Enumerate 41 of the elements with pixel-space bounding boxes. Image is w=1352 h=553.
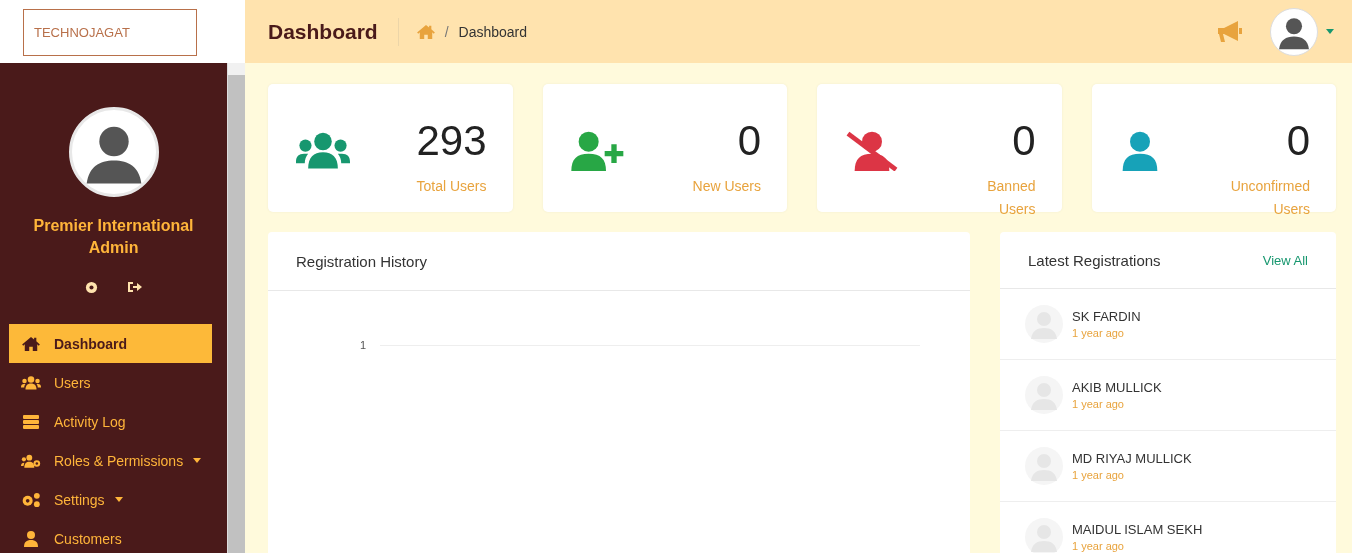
megaphone-icon[interactable]	[1218, 20, 1244, 43]
stat-label: Unconfirmed Users	[1229, 177, 1310, 219]
view-all-link[interactable]: View All	[1262, 252, 1308, 268]
menu-item[interactable]: Users	[9, 363, 212, 402]
home-icon[interactable]	[416, 23, 435, 40]
stat-label: Total Users	[416, 177, 487, 196]
registration-time: 1 year ago	[1072, 398, 1125, 410]
registration-time: 1 year ago	[1072, 327, 1125, 339]
menu-item[interactable]: Customers	[9, 519, 212, 553]
stat-value: 0	[737, 116, 761, 166]
menu-item[interactable]: Activity Log	[9, 402, 212, 441]
menu-item[interactable]: Dashboard	[9, 324, 212, 363]
breadcrumb-item: Dashboard	[458, 23, 528, 40]
user-name[interactable]: MAIDUL ISLAM SEKH	[1072, 522, 1203, 537]
caret-icon[interactable]	[1326, 29, 1334, 34]
panel-title: Registration History	[296, 252, 427, 270]
panel-title: Latest Registrations	[1028, 251, 1161, 269]
stat-value: 0	[1286, 116, 1310, 166]
stat-label: New Users	[692, 177, 761, 196]
page-title: Dashboard	[268, 17, 399, 46]
logo-text[interactable]: TECHNOJAGAT	[23, 9, 197, 56]
registration-time: 1 year ago	[1072, 469, 1125, 481]
user-name[interactable]: AKIB MULLICK	[1072, 380, 1162, 395]
avatar-icon	[1024, 375, 1064, 415]
scrollbar[interactable]	[227, 63, 245, 553]
stat-label: Banned Users	[986, 177, 1036, 219]
user-name[interactable]: SK FARDIN	[1072, 309, 1141, 324]
user-name: Premier International Admin	[32, 216, 195, 258]
menu-item[interactable]: Settings	[9, 480, 212, 519]
users-icon	[18, 375, 44, 390]
user-name[interactable]: MD RIYAJ MULLICK	[1072, 451, 1192, 466]
stat-value: 293	[416, 116, 487, 166]
stat-value: 0	[1012, 116, 1036, 166]
logout-icon[interactable]	[128, 281, 143, 294]
axis-label: 1	[360, 339, 368, 351]
avatar-icon	[1024, 304, 1064, 344]
user-avatar[interactable]	[1270, 7, 1318, 56]
avatar-icon	[1024, 446, 1064, 486]
registration-time: 1 year ago	[1072, 540, 1125, 552]
breadcrumb-separator: /	[444, 23, 449, 40]
menu-item[interactable]: Roles & Permissions	[9, 441, 212, 480]
